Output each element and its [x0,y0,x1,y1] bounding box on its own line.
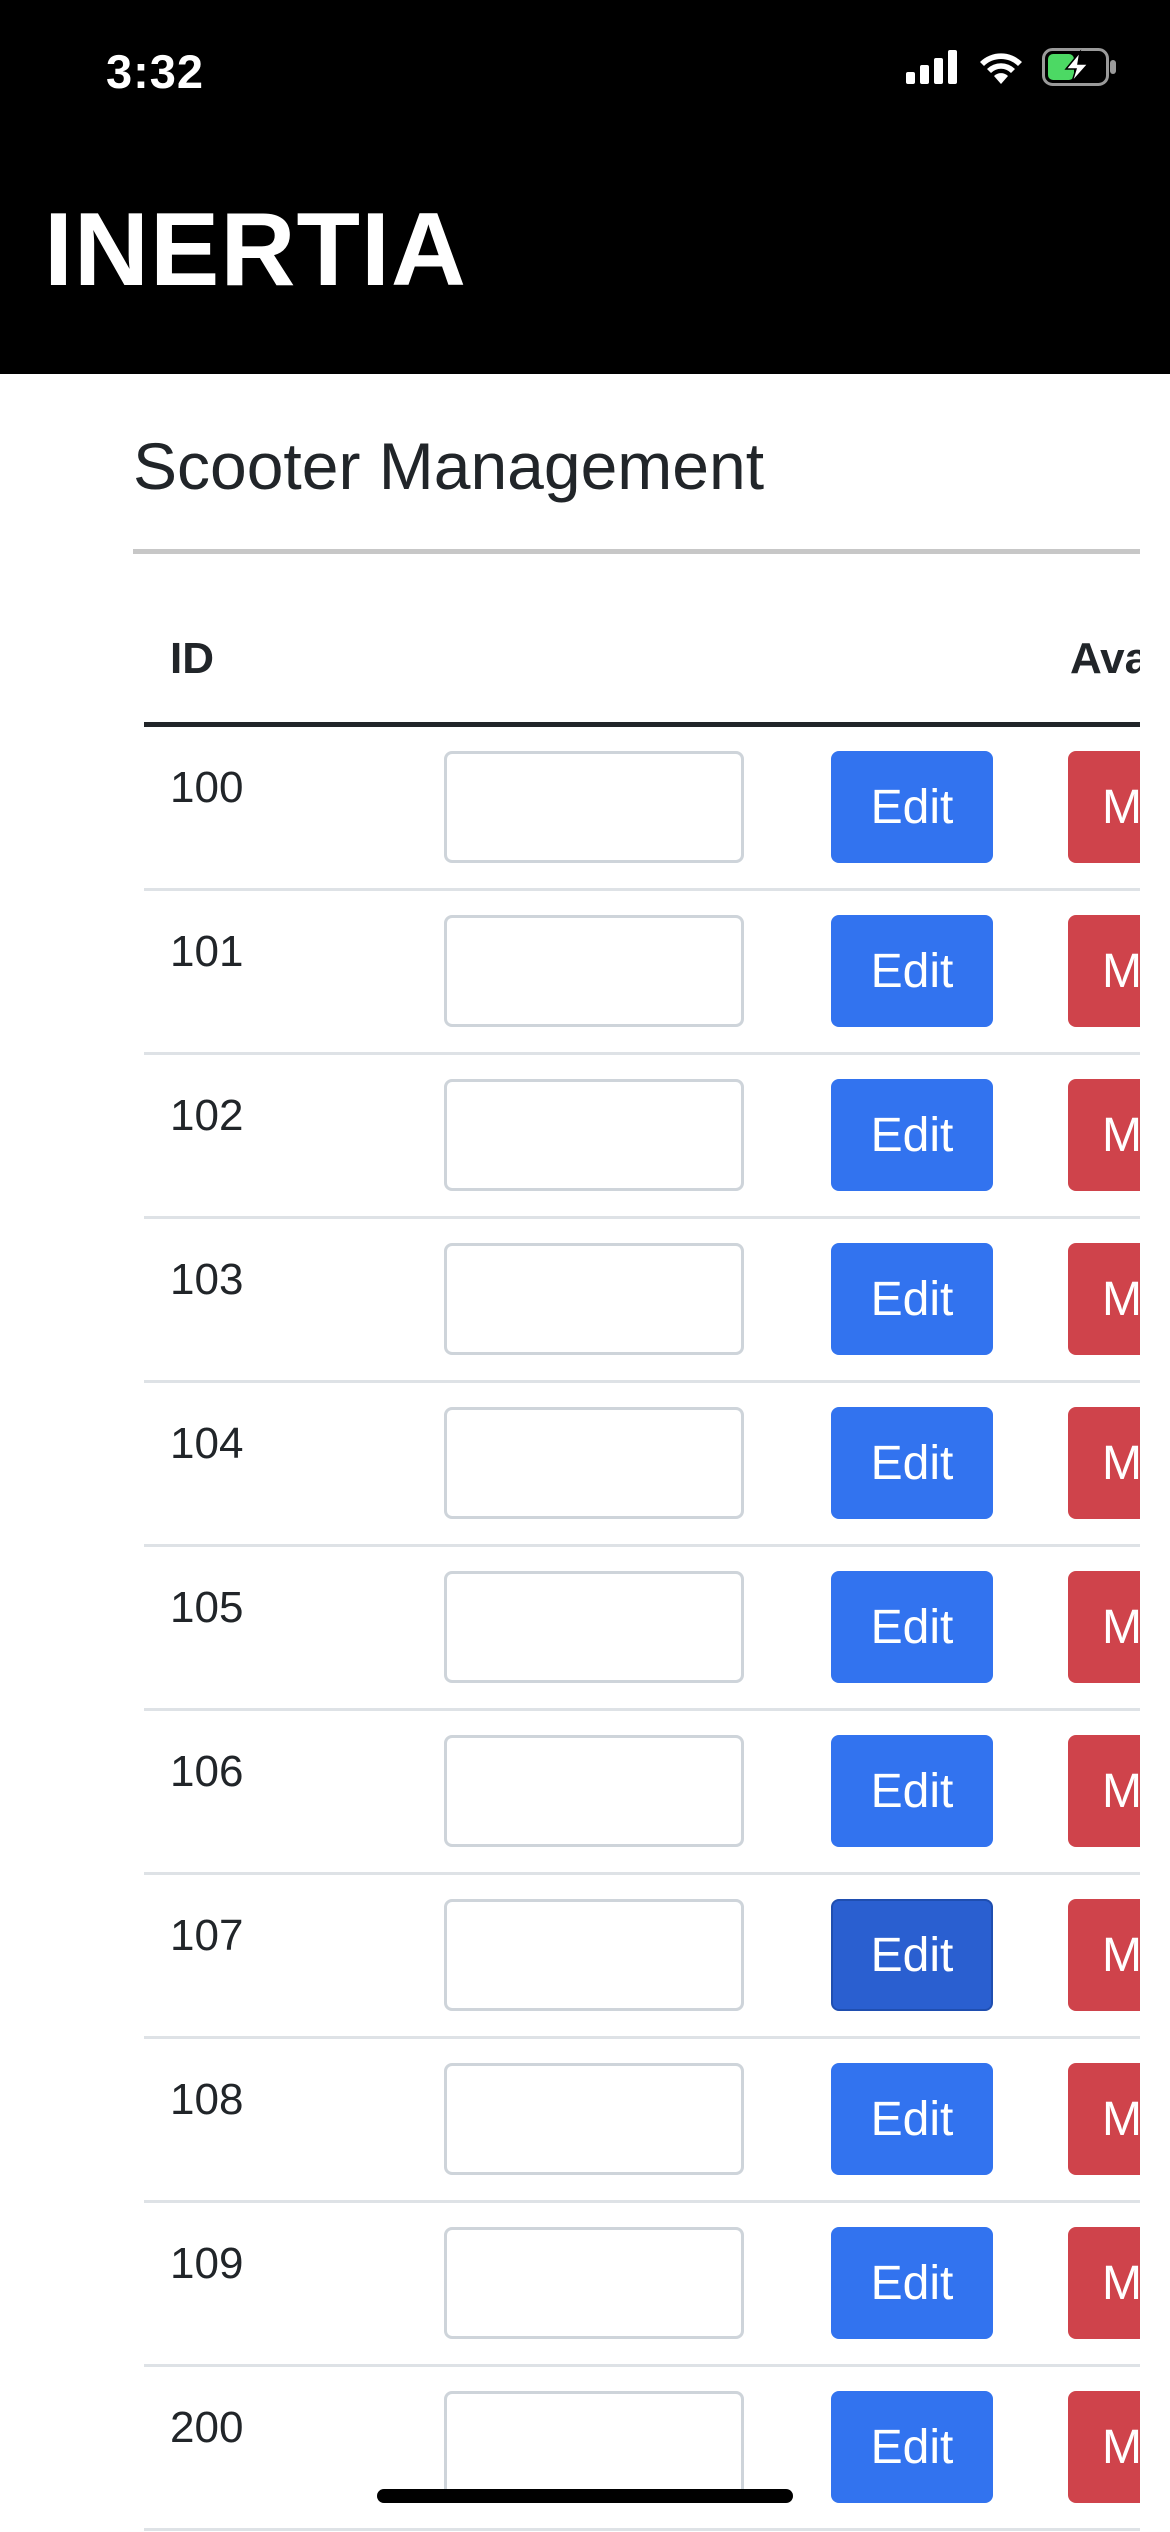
edit-button[interactable]: Edit [831,1571,993,1683]
table-row: 107 Edit M [144,1875,1140,2039]
scooter-id: 100 [170,763,244,812]
scooter-id: 101 [170,927,244,976]
scooter-input[interactable] [444,2227,744,2339]
scooter-id: 200 [170,2403,244,2452]
home-indicator [377,2489,793,2503]
page-title: Scooter Management [133,429,765,503]
availability-action-button[interactable]: M [1068,1079,1140,1191]
scooter-id: 105 [170,1583,244,1632]
table-row: 109 Edit M [144,2203,1140,2367]
availability-action-button[interactable]: M [1068,751,1140,863]
table-row: 105 Edit M [144,1547,1140,1711]
scooter-input[interactable] [444,1243,744,1355]
scooter-input[interactable] [444,915,744,1027]
scooter-input[interactable] [444,1407,744,1519]
scooter-input[interactable] [444,1079,744,1191]
column-header-id: ID [170,634,214,683]
edit-button[interactable]: Edit [831,1899,993,2011]
availability-action-button[interactable]: M [1068,2227,1140,2339]
table-header: ID Ava [144,604,1140,727]
availability-action-button[interactable]: M [1068,1571,1140,1683]
battery-charging-icon [1042,48,1116,86]
availability-action-button[interactable]: M [1068,2063,1140,2175]
edit-button[interactable]: Edit [831,751,993,863]
scooter-input[interactable] [444,751,744,863]
scooter-id: 104 [170,1419,244,1468]
edit-button[interactable]: Edit [831,915,993,1027]
table-row: 101 Edit M [144,891,1140,1055]
edit-button[interactable]: Edit [831,1735,993,1847]
availability-action-button[interactable]: M [1068,1243,1140,1355]
app-brand: INERTIA [44,192,467,308]
status-icons [906,48,1118,86]
table-row: 104 Edit M [144,1383,1140,1547]
app-header: 3:32 INERTIA [0,0,1170,374]
edit-button[interactable]: Edit [831,2227,993,2339]
scooter-input[interactable] [444,1899,744,2011]
availability-action-button[interactable]: M [1068,1735,1140,1847]
edit-button[interactable]: Edit [831,1407,993,1519]
scooter-id: 109 [170,2239,244,2288]
column-header-availability: Ava [1070,634,1140,683]
edit-button[interactable]: Edit [831,2391,993,2503]
scooter-input[interactable] [444,1735,744,1847]
table-row: 108 Edit M [144,2039,1140,2203]
scooter-id: 102 [170,1091,244,1140]
table-row: 102 Edit M [144,1055,1140,1219]
table-row: 106 Edit M [144,1711,1140,1875]
status-time: 3:32 [106,45,205,98]
table-row: 200 Edit M [144,2367,1140,2531]
scooter-input[interactable] [444,2063,744,2175]
scooter-id: 103 [170,1255,244,1304]
scooter-id: 106 [170,1747,244,1796]
scooter-table: ID Ava 100 Edit M 101 Edit M 102 Edit M 103 Edit M 1… [144,604,1140,2532]
scooter-input[interactable] [444,2391,744,2503]
title-divider [133,549,1140,554]
availability-action-button[interactable]: M [1068,1407,1140,1519]
wifi-icon [980,53,1022,84]
cellular-signal-icon [906,50,957,84]
edit-button[interactable]: Edit [831,2063,993,2175]
table-row: 100 Edit M [144,727,1140,891]
availability-action-button[interactable]: M [1068,2391,1140,2503]
scooter-input[interactable] [444,1571,744,1683]
edit-button[interactable]: Edit [831,1079,993,1191]
availability-action-button[interactable]: M [1068,915,1140,1027]
table-row: 103 Edit M [144,1219,1140,1383]
edit-button[interactable]: Edit [831,1243,993,1355]
scooter-id: 108 [170,2075,244,2124]
availability-action-button[interactable]: M [1068,1899,1140,2011]
scooter-id: 107 [170,1911,244,1960]
